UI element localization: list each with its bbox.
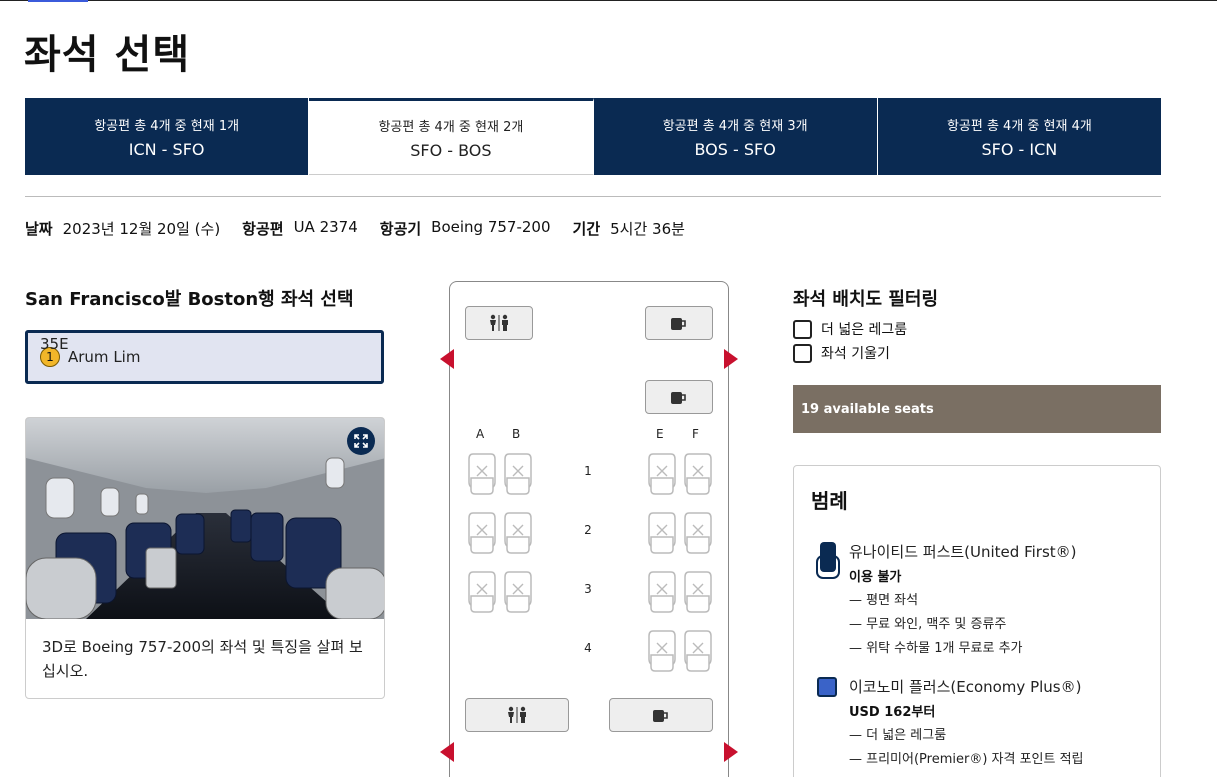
traveler-card[interactable]: 1 Arum Lim 35E: [25, 330, 384, 384]
seat-2e-unavailable[interactable]: [647, 511, 677, 555]
row-label-3: 3: [584, 582, 592, 596]
tab-flight-2[interactable]: 항공편 총 4개 중 현재 2개 SFO - BOS: [309, 98, 594, 175]
checkbox[interactable]: [793, 343, 812, 363]
checkbox[interactable]: [793, 319, 812, 339]
tab-sub: 항공편 총 4개 중 현재 3개: [662, 118, 808, 134]
filter-label: 좌석 기울기: [821, 346, 890, 362]
tab-sub: 항공편 총 4개 중 현재 1개: [94, 118, 240, 134]
exit-marker-left: [440, 349, 454, 369]
legend-first-availability: 이용 불가: [849, 570, 902, 585]
legend-plus-feature: — 더 넓은 레그룸: [849, 728, 947, 743]
legend-panel: 범례 유나이티드 퍼스트(United First®) 이용 불가 — 평면 좌…: [793, 465, 1161, 777]
date-label: 날짜: [25, 220, 53, 238]
seat-4f-unavailable[interactable]: [683, 629, 713, 673]
flight-label: 항공편: [242, 220, 284, 238]
traveler-seat: 35E: [40, 335, 69, 353]
flight-info: 날짜 2023년 12월 20일 (수) 항공편 UA 2374 항공기 Boe…: [25, 218, 707, 239]
legend-first-feature: — 무료 와인, 맥주 및 증류주: [849, 617, 1007, 632]
expand-icon[interactable]: [347, 427, 375, 455]
seat-3f-unavailable[interactable]: [683, 570, 713, 614]
cabin-3d-description: 3D로 Boeing 757-200의 좌석 및 특징을 살펴 보십시오.: [42, 638, 363, 680]
available-seats-bar: 19 available seats: [793, 385, 1161, 433]
tab-route: SFO - BOS: [410, 140, 492, 160]
seat-3e-unavailable[interactable]: [647, 570, 677, 614]
galley-facility[interactable]: [645, 306, 713, 340]
tab-route: BOS - SFO: [694, 139, 776, 159]
cabin-illustration: [26, 418, 384, 619]
flight-value: UA 2374: [293, 218, 358, 236]
united-first-seat-icon: [816, 540, 840, 584]
tab-flight-1[interactable]: 항공편 총 4개 중 현재 1개 ICN - SFO: [25, 98, 310, 175]
galley-icon: [653, 710, 668, 722]
galley-facility[interactable]: [609, 698, 713, 732]
page-title: 좌석 선택: [24, 32, 191, 78]
column-label-a: A: [476, 427, 485, 441]
traveler-name: Arum Lim: [68, 348, 141, 366]
seat-selection-heading: San Francisco발 Boston행 좌석 선택: [25, 289, 354, 310]
aircraft-label: 항공기: [379, 220, 422, 238]
cabin-image[interactable]: [26, 418, 384, 619]
seat-3a-unavailable[interactable]: [467, 570, 497, 614]
galley-icon: [671, 318, 686, 330]
column-label-f: F: [692, 427, 699, 441]
tab-route: ICN - SFO: [128, 139, 205, 159]
tab-flight-4[interactable]: 항공편 총 4개 중 현재 4개 SFO - ICN: [877, 98, 1161, 175]
exit-marker-left: [440, 742, 454, 762]
seat-3b-unavailable[interactable]: [503, 570, 533, 614]
legend-plus-price: USD 162부터: [849, 705, 936, 720]
exit-marker-right: [724, 349, 738, 369]
legend-plus-feature: — 프리미어(Premier®) 자격 포인트 적립: [849, 752, 1084, 767]
row-label-2: 2: [584, 523, 592, 537]
lavatory-facility[interactable]: [465, 306, 533, 340]
seat-1f-unavailable[interactable]: [683, 452, 713, 496]
galley-facility[interactable]: [645, 380, 713, 414]
flight-tabs: 항공편 총 4개 중 현재 1개 ICN - SFO 항공편 총 4개 중 현재…: [25, 98, 1161, 175]
legend-plus-title: 이코노미 플러스(Economy Plus®): [849, 678, 1082, 696]
tab-sub: 항공편 총 4개 중 현재 4개: [946, 118, 1092, 134]
legend-first-feature: — 위탁 수하물 1개 무료로 추가: [849, 641, 1023, 656]
seat-4e-unavailable[interactable]: [647, 629, 677, 673]
filter-recline[interactable]: 좌석 기울기: [793, 343, 890, 363]
row-label-4: 4: [584, 641, 592, 655]
legend-first-title: 유나이티드 퍼스트(United First®): [849, 543, 1077, 561]
economy-plus-seat-icon: [817, 677, 837, 701]
legend-first-feature: — 평면 좌석: [849, 593, 919, 608]
lavatory-icon: [508, 706, 526, 723]
duration-label: 기간: [572, 220, 601, 238]
row-label-1: 1: [584, 464, 592, 478]
seat-1b-unavailable[interactable]: [503, 452, 533, 496]
seat-1a-unavailable[interactable]: [467, 452, 497, 496]
aircraft-value: Boeing 757-200: [431, 218, 551, 236]
seat-2a-unavailable[interactable]: [467, 511, 497, 555]
column-label-b: B: [512, 427, 521, 441]
seat-1e-unavailable[interactable]: [647, 452, 677, 496]
duration-value: 5시간 36분: [610, 220, 685, 238]
filter-heading: 좌석 배치도 필터링: [793, 289, 939, 310]
filter-label: 더 넓은 레그룸: [821, 322, 908, 338]
cabin-3d-card[interactable]: 3D로 Boeing 757-200의 좌석 및 특징을 살펴 보십시오.: [25, 417, 385, 699]
tab-sub: 항공편 총 4개 중 현재 2개: [378, 119, 524, 135]
seat-2b-unavailable[interactable]: [503, 511, 533, 555]
tab-flight-3[interactable]: 항공편 총 4개 중 현재 3개 BOS - SFO: [593, 98, 878, 175]
skip-link-stub[interactable]: [28, 0, 88, 2]
galley-icon: [671, 392, 686, 404]
legend-heading: 범례: [811, 489, 848, 513]
lavatory-icon: [490, 314, 508, 331]
date-value: 2023년 12월 20일 (수): [62, 220, 221, 238]
lavatory-facility[interactable]: [465, 698, 569, 732]
column-label-e: E: [656, 427, 664, 441]
filter-extra-legroom[interactable]: 더 넓은 레그룸: [793, 319, 907, 339]
seat-2f-unavailable[interactable]: [683, 511, 713, 555]
expand-arrows-icon: [354, 434, 368, 448]
divider: [25, 196, 1161, 197]
exit-marker-right: [724, 742, 738, 762]
tab-route: SFO - ICN: [981, 139, 1058, 159]
top-border: [0, 0, 1217, 1]
